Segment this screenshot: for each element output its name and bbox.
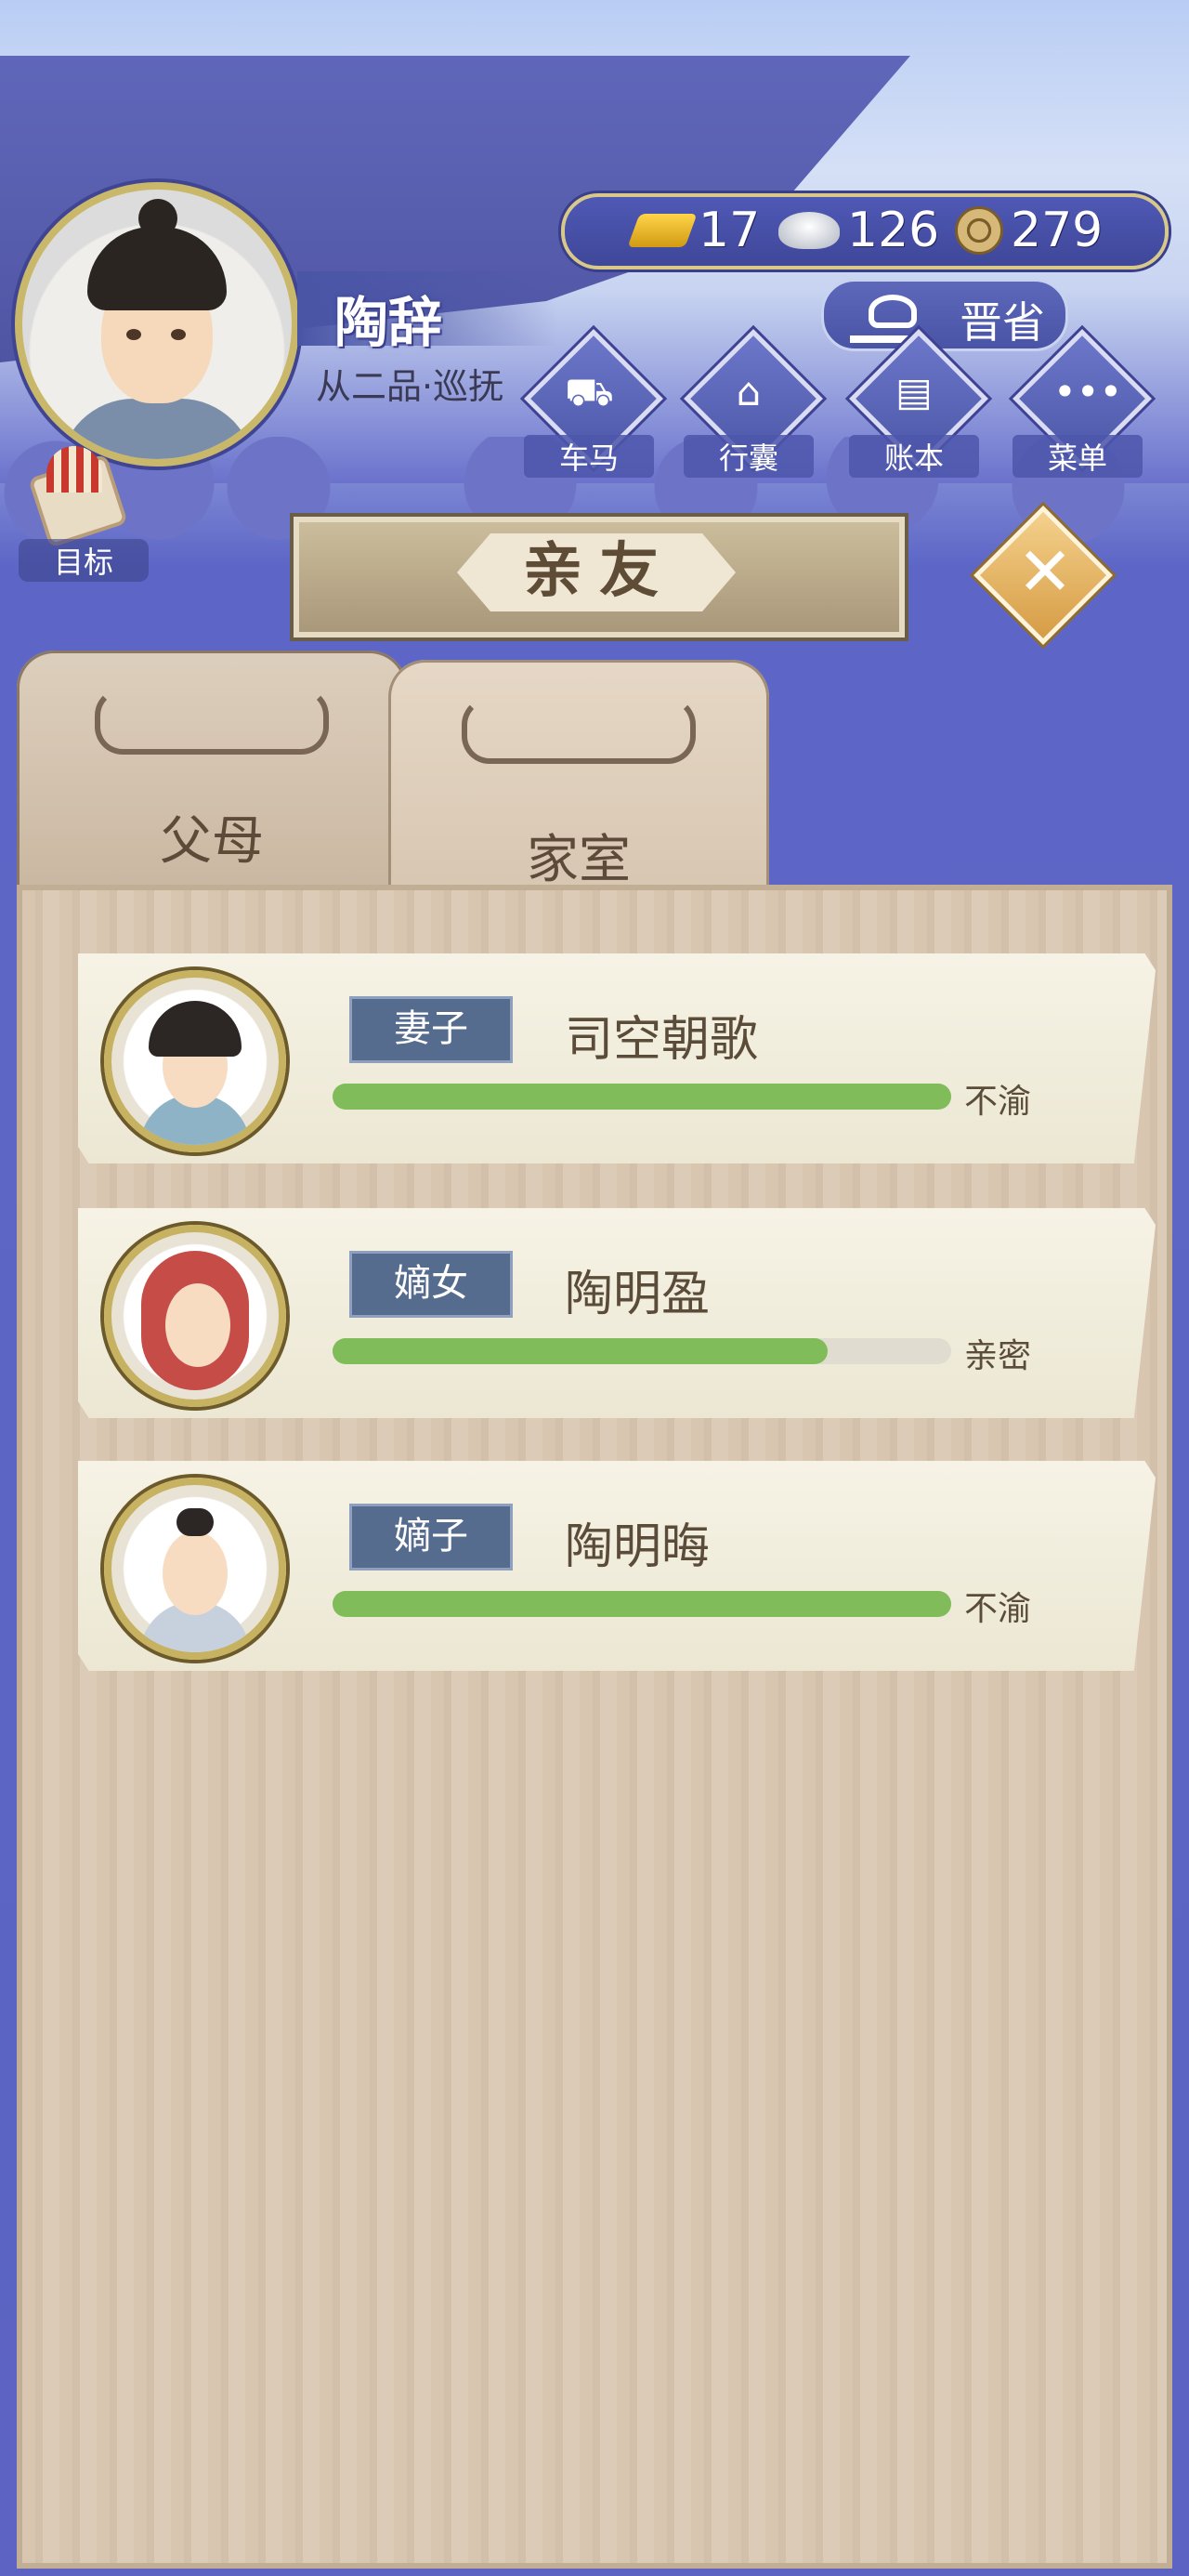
page-title-plaque: 亲友: [294, 517, 905, 637]
carriage-icon: ⛟: [565, 369, 614, 414]
bag-icon: ⌂: [736, 369, 762, 414]
gold-counter: 17: [627, 203, 761, 258]
silver-ingot-icon: [778, 212, 840, 249]
close-icon[interactable]: ✕: [994, 520, 1096, 623]
ledger-icon: ▤: [895, 369, 933, 414]
relation-status: 亲密: [964, 1337, 1032, 1375]
bag-button[interactable]: ⌂ 行囊: [684, 329, 823, 480]
silver-value: 126: [847, 203, 940, 258]
promote-label: 晋省: [960, 297, 1045, 348]
player-avatar[interactable]: [15, 182, 299, 467]
tab-family[interactable]: 家室: [388, 660, 769, 911]
role-badge: 嫡女: [349, 1251, 513, 1318]
carriage-button[interactable]: ⛟ 车马: [524, 329, 663, 480]
affinity-bar: [333, 1338, 951, 1364]
role-badge: 妻子: [349, 996, 513, 1063]
affinity-bar: [333, 1591, 951, 1617]
member-name: 陶明盈: [565, 1267, 711, 1322]
coin-value: 279: [1011, 203, 1104, 258]
gold-ingot-icon: [627, 214, 698, 247]
player-name: 陶辞: [334, 291, 443, 354]
carriage-label: 车马: [524, 435, 654, 478]
avatar-eye: [126, 329, 141, 340]
goal-button[interactable]: 目标: [19, 446, 149, 582]
currency-bar: 17 126 279: [561, 193, 1169, 269]
avatar-hair-bun: [176, 1508, 214, 1536]
page-title: 亲友: [523, 537, 675, 606]
fan-icon: [46, 446, 102, 493]
player-rank: 从二品·巡抚: [316, 366, 504, 407]
family-card-wife[interactable]: 妻子 司空朝歌 不渝: [78, 953, 1156, 1163]
relation-status: 不渝: [964, 1590, 1032, 1628]
copper-coin-icon: [955, 206, 1003, 255]
family-panel: 妻子 司空朝歌 不渝 嫡女 陶明盈 亲密 嫡子 陶明晦 不渝: [17, 885, 1172, 2569]
avatar-face: [165, 1283, 230, 1367]
promote-button[interactable]: 晋省: [821, 279, 1068, 351]
member-name: 陶明晦: [565, 1519, 711, 1575]
menu-dots-icon: •••: [1053, 369, 1123, 414]
goal-label: 目标: [19, 539, 149, 582]
cloud-ornament-icon: [95, 688, 329, 755]
member-name: 司空朝歌: [565, 1012, 759, 1068]
menu-label: 菜单: [1013, 435, 1143, 478]
ledger-button[interactable]: ▤ 账本: [849, 329, 988, 480]
bag-label: 行囊: [684, 435, 814, 478]
affinity-fill: [333, 1084, 951, 1110]
cloud-ornament-icon: [462, 697, 696, 764]
gold-value: 17: [699, 203, 761, 258]
affinity-fill: [333, 1338, 828, 1364]
daughter-avatar: [104, 1225, 286, 1407]
tab-family-label: 家室: [527, 830, 631, 890]
son-avatar: [104, 1478, 286, 1660]
ledger-label: 账本: [849, 435, 979, 478]
silver-counter: 126: [778, 203, 939, 258]
affinity-bar: [333, 1084, 951, 1110]
tab-parents-label: 父母: [160, 811, 264, 872]
menu-button[interactable]: ••• 菜单: [1013, 329, 1152, 480]
avatar-hair: [87, 227, 227, 310]
relation-status: 不渝: [964, 1083, 1032, 1121]
avatar-face: [163, 1531, 228, 1615]
affinity-fill: [333, 1591, 951, 1617]
avatar-eye: [171, 329, 186, 340]
role-badge: 嫡子: [349, 1504, 513, 1571]
coin-counter: 279: [955, 203, 1103, 258]
tab-parents[interactable]: 父母: [17, 651, 407, 901]
family-card-son[interactable]: 嫡子 陶明晦 不渝: [78, 1461, 1156, 1671]
wife-avatar: [104, 970, 286, 1152]
family-card-daughter[interactable]: 嫡女 陶明盈 亲密: [78, 1208, 1156, 1418]
avatar-hair-bun: [138, 199, 177, 238]
avatar-hair: [149, 1001, 242, 1057]
